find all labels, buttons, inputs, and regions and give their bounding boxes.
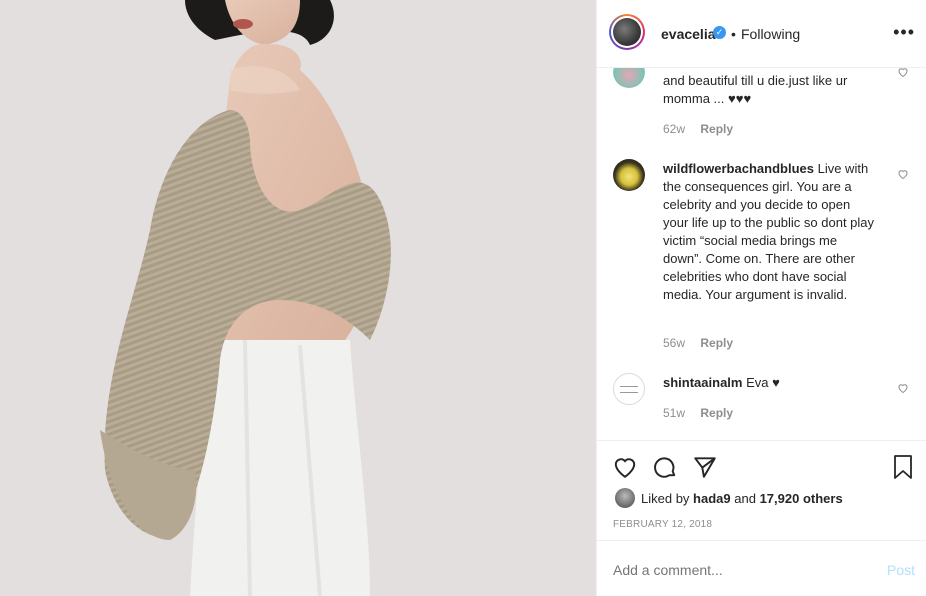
author-avatar-image [613, 18, 641, 46]
comment-like-icon[interactable] [897, 68, 909, 78]
post-comment-button[interactable]: Post [887, 562, 915, 578]
comment-like-icon[interactable] [897, 168, 909, 180]
comment-text: Live with the consequences girl. You are… [663, 161, 875, 302]
share-send-icon[interactable] [692, 454, 718, 480]
post-header: evacelia ✓ • Following ••• [597, 0, 926, 68]
post-actions: Liked by hada9 and 17,920 others FEBRUAR… [597, 440, 926, 540]
add-comment-input[interactable] [613, 562, 863, 578]
add-comment-bar: Post [597, 540, 926, 596]
likes-summary: Liked by hada9 and 17,920 others [641, 491, 843, 506]
reply-button[interactable]: Reply [700, 406, 733, 420]
comment-age: 62w [663, 122, 686, 136]
more-options-icon[interactable]: ••• [893, 22, 915, 43]
comment-username[interactable]: shintaainalm [663, 375, 742, 390]
like-heart-icon[interactable] [612, 454, 638, 480]
comment-age: 56w [663, 336, 686, 350]
photo-illustration [0, 0, 596, 596]
comment-avatar[interactable] [613, 159, 645, 191]
separator-dot: • [731, 26, 736, 42]
author-username[interactable]: evacelia [661, 26, 716, 42]
comment-like-icon[interactable] [897, 382, 909, 394]
reply-button[interactable]: Reply [700, 336, 733, 350]
reply-button[interactable]: Reply [700, 122, 733, 136]
comment-meta: 51w Reply [663, 406, 745, 420]
instagram-post: evacelia ✓ • Following ••• and beautiful… [0, 0, 926, 596]
comment-meta: 56w Reply [663, 336, 745, 350]
comment-avatar[interactable] [613, 373, 645, 405]
comment-age: 51w [663, 406, 686, 420]
comment-body: shintaainalm Eva ♥ [663, 374, 877, 392]
avatar-logo-text [620, 386, 638, 393]
likes-prefix: Liked by [641, 491, 690, 506]
comment-meta: 62w Reply [663, 122, 745, 136]
comments-list[interactable]: and beautiful till u die.just like ur mo… [597, 68, 926, 440]
comment-body: wildflowerbachandblues Live with the con… [663, 160, 877, 304]
comment-avatar[interactable] [613, 68, 645, 88]
liker-username[interactable]: hada9 [693, 491, 731, 506]
post-date[interactable]: FEBRUARY 12, 2018 [613, 519, 712, 530]
likes-count[interactable]: 17,920 others [760, 491, 843, 506]
comment-bubble-icon[interactable] [652, 454, 678, 480]
liker-avatar[interactable] [615, 488, 635, 508]
author-avatar[interactable] [609, 14, 645, 50]
post-photo[interactable] [0, 0, 596, 596]
comment-username[interactable]: wildflowerbachandblues [663, 161, 814, 176]
follow-status-button[interactable]: Following [741, 26, 800, 42]
likes-and: and [734, 491, 756, 506]
comment-text: and beautiful till u die.just like ur mo… [663, 73, 848, 106]
post-side-panel: evacelia ✓ • Following ••• and beautiful… [596, 0, 926, 596]
comment-text: Eva ♥ [746, 375, 780, 390]
bookmark-save-icon[interactable] [891, 454, 915, 480]
verified-badge-icon: ✓ [713, 26, 726, 39]
